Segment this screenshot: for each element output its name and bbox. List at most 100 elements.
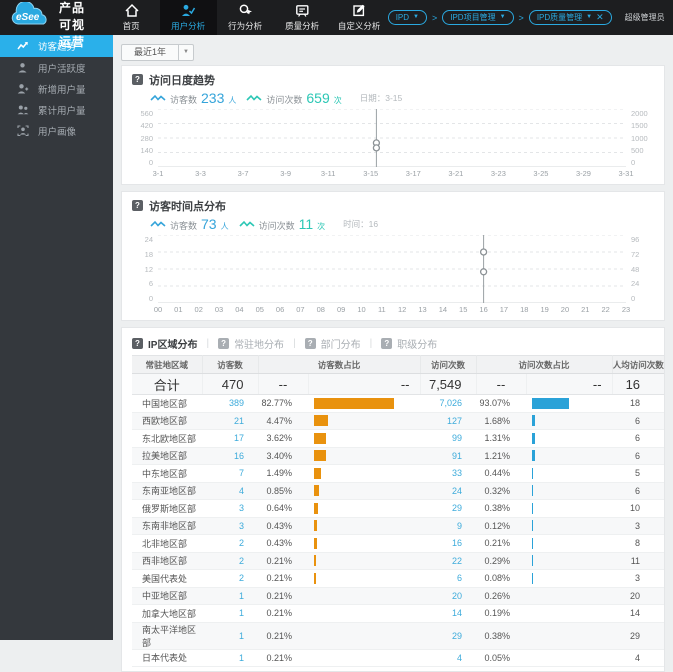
tab-常驻地分布[interactable]: ? 常驻地分布 [218,336,284,351]
esee-logo-icon: eSee [8,0,52,33]
chart-legend: 访客数 233 人 访问次数 659 次 日期：3-15 [132,87,654,106]
visitors-count[interactable]: 3 [202,499,258,518]
nav-item-质量分析[interactable]: 质量分析 [274,0,331,35]
visitors-count[interactable]: 389 [202,394,258,413]
visitors-count[interactable]: 1 [202,622,258,650]
x-axis-tick: 04 [235,305,244,314]
visits-count[interactable]: 6 [420,569,477,588]
nav-item-自定义分析[interactable]: 自定义分析 [331,0,388,35]
date-range-dropdown[interactable]: 最近1年 ▼ [121,44,195,61]
sidebar-item-访客趋势[interactable]: 访客趋势 [0,35,113,57]
panel-header: ? 访问日度趋势 [132,72,654,87]
right-axis: 96 72 48 24 0 [626,235,654,303]
visits-bar [532,415,536,427]
x-axis-tick: 3-31 [618,169,634,178]
breadcrumb-pill-quality[interactable]: IPD质量管理 ▼ ✕ [528,10,612,25]
visitors-count[interactable]: 4 [202,482,258,500]
area-chart-canvas[interactable] [158,235,626,303]
breadcrumb-pill-ipd[interactable]: IPD ▼ [387,10,427,25]
help-icon[interactable]: ? [132,200,143,211]
visitors-pct: 0.43% [258,534,308,553]
sidebar-item-用户画像[interactable]: 用户画像 [0,120,113,141]
user-portrait-icon [17,125,29,136]
chevron-down-icon: ▼ [499,14,506,20]
visits-count[interactable]: 24 [420,482,477,500]
x-axis-tick: 11 [377,305,386,314]
table-row: 东北欧地区部 17 3.62% 99 1.31% 6 [132,429,665,448]
visits-count[interactable]: 7,026 [420,394,477,413]
tab-IP区域分布[interactable]: ? IP区域分布 [132,336,197,351]
table-row: 拉美地区部 16 3.40% 91 1.21% 6 [132,447,665,465]
line-series-icon [150,94,166,101]
visitors-count[interactable]: 3 [202,517,258,535]
percap-count: 10 [612,499,665,518]
sidebar-item-新增用户量[interactable]: 新增用户量 [0,78,113,99]
nav-item-行为分析[interactable]: 行为分析 [217,0,274,35]
daily-trend-chart[interactable]: 560 420 280 140 0 2000 1500 1000 500 0 3-1 3-3 3-7 3-… [132,109,654,180]
visitors-bar [314,520,318,532]
visitors-count[interactable]: 1 [202,604,258,623]
custom-analysis-icon [352,4,365,17]
nav-item-首页[interactable]: 首页 [103,0,160,35]
visitors-pct: 0.21% [258,552,308,570]
y-axis-tick: 18 [144,249,153,259]
region-name: 加拿大地区部 [132,604,202,623]
visitors-count[interactable]: 17 [202,429,258,448]
percap-count: 20 [612,587,665,605]
visits-count[interactable]: 127 [420,412,477,430]
svg-text:eSee: eSee [16,12,40,23]
visits-count[interactable]: 29 [420,622,477,650]
help-icon[interactable]: ? [132,74,143,85]
current-point-label: 日期：3-15 [359,93,403,103]
visits-count[interactable]: 22 [420,552,477,570]
nav-item-label: 用户分析 [171,21,206,31]
tab-职级分布[interactable]: ? 职级分布 [381,336,437,351]
percap-count: 6 [612,447,665,465]
pill-separator: > [431,12,438,23]
visitors-count[interactable]: 7 [202,464,258,483]
visits-count[interactable]: 20 [420,587,477,605]
visits-pct: 0.44% [476,464,527,483]
breadcrumb-pill-project[interactable]: IPD项目管理 ▼ [442,10,514,25]
nav-item-用户分析[interactable]: 用户分析 [159,0,217,35]
sidebar-item-累计用户量[interactable]: 累计用户量 [0,99,113,120]
visitors-bar [314,415,328,427]
visits-count[interactable]: 16 [420,534,477,553]
visits-count[interactable]: 33 [420,464,477,483]
visitors-count[interactable]: 21 [202,412,258,430]
visitors-count[interactable]: 1 [202,587,258,605]
y-axis-tick: 140 [140,145,153,155]
area-chart-canvas[interactable] [158,109,626,167]
visitors-count[interactable]: 2 [202,534,258,553]
tab-部门分布[interactable]: ? 部门分布 [304,336,361,351]
y-axis-tick: 560 [140,109,153,118]
current-point-label: 时间：16 [343,219,379,229]
visits-count[interactable]: 9 [420,517,477,535]
visits-pct: 0.05% [476,649,527,667]
region-name: 中国地区部 [132,394,202,413]
visits-count[interactable]: 91 [420,447,477,465]
y-axis-tick: 12 [144,264,153,274]
visits-count[interactable]: 4 [420,649,477,667]
sidebar-item-用户活跃度[interactable]: 用户活跃度 [0,57,113,78]
x-axis-tick: 03 [214,305,224,314]
col-percapita: 人均访问次数 [612,355,665,374]
visits-count[interactable]: 29 [420,499,477,518]
hour-distribution-chart[interactable]: 24 18 12 6 0 96 72 48 24 0 00 01 02 03 04 05 06 07 08 09 10 1… [132,235,654,316]
visitors-count[interactable]: 1 [202,649,258,667]
x-axis-tick: 3-15 [363,169,379,178]
visits-count[interactable]: 99 [420,429,477,448]
close-icon[interactable]: ✕ [596,11,604,24]
visitors-count[interactable]: 16 [202,447,258,465]
visitors-pct: 3.40% [258,447,308,465]
visitors-pct: 0.85% [258,482,308,500]
visits-pct: 0.38% [476,499,527,518]
visits-count[interactable]: 14 [420,604,477,623]
chevron-down-icon[interactable]: ▼ [178,45,193,60]
visitors-bar [314,537,318,549]
table-row: 中国地区部 389 82.77% 7,026 93.07% 18 [132,394,665,413]
y-axis-tick: 1500 [631,121,648,131]
visitors-count[interactable]: 2 [202,569,258,588]
region-name: 拉美地区部 [132,447,202,465]
visitors-count[interactable]: 2 [202,552,258,570]
